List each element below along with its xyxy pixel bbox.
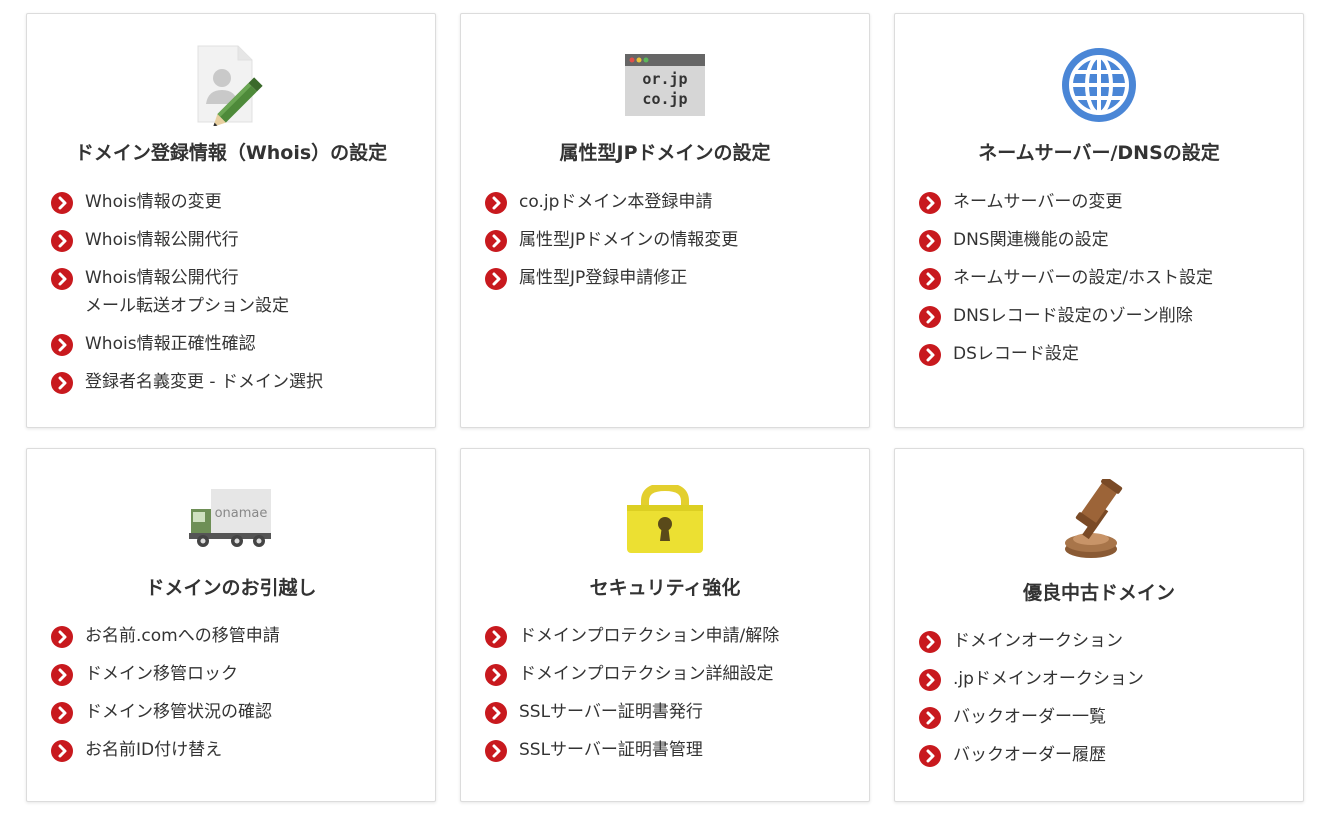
chevron-right-icon <box>919 669 941 691</box>
chevron-right-icon <box>51 702 73 724</box>
list-item[interactable]: 属性型JP登録申請修正 <box>485 264 859 292</box>
svg-text:or.jp: or.jp <box>642 70 687 88</box>
chevron-right-icon <box>51 740 73 762</box>
document-pencil-icon <box>27 44 435 126</box>
list-item[interactable]: DSレコード設定 <box>919 340 1293 368</box>
chevron-right-icon <box>919 192 941 214</box>
chevron-right-icon <box>485 230 507 252</box>
padlock-icon <box>461 485 869 555</box>
card-title: ドメインのお引越し <box>145 577 317 599</box>
list-item[interactable]: バックオーダー一覧 <box>919 703 1293 731</box>
list-item[interactable]: ネームサーバーの変更 <box>919 188 1293 216</box>
chevron-right-icon <box>919 230 941 252</box>
list-item[interactable]: Whois情報正確性確認 <box>51 330 425 358</box>
card-jp-domain: or.jp co.jp 属性型JPドメインの設定 co.jpドメイン本登録申請 … <box>460 13 870 428</box>
svg-text:onamae: onamae <box>215 506 268 521</box>
chevron-right-icon <box>919 268 941 290</box>
list-item[interactable]: Whois情報公開代行 メール転送オプション設定 <box>51 264 425 320</box>
list-item[interactable]: ネームサーバーの設定/ホスト設定 <box>919 264 1293 292</box>
list-item[interactable]: ドメインオークション <box>919 627 1293 655</box>
card-title: ネームサーバー/DNSの設定 <box>978 142 1220 164</box>
browser-window-icon: or.jp co.jp <box>461 54 869 116</box>
chevron-right-icon <box>919 344 941 366</box>
list-item[interactable]: Whois情報公開代行 <box>51 226 425 254</box>
chevron-right-icon <box>919 745 941 767</box>
truck-icon: onamae <box>27 487 435 551</box>
list-item[interactable]: DNS関連機能の設定 <box>919 226 1293 254</box>
list-item[interactable]: DNSレコード設定のゾーン削除 <box>919 302 1293 330</box>
chevron-right-icon <box>51 626 73 648</box>
chevron-right-icon <box>485 702 507 724</box>
chevron-right-icon <box>485 192 507 214</box>
chevron-right-icon <box>485 664 507 686</box>
list-item[interactable]: ドメイン移管ロック <box>51 660 425 688</box>
chevron-right-icon <box>919 631 941 653</box>
chevron-right-icon <box>919 306 941 328</box>
link-list: ネームサーバーの変更 DNS関連機能の設定 ネームサーバーの設定/ホスト設定 D… <box>919 188 1293 378</box>
card-title: 属性型JPドメインの設定 <box>559 142 771 164</box>
list-item[interactable]: 登録者名義変更 - ドメイン選択 <box>51 368 425 396</box>
chevron-right-icon <box>51 192 73 214</box>
link-list: お名前.comへの移管申請 ドメイン移管ロック ドメイン移管状況の確認 お名前I… <box>51 622 425 774</box>
list-item[interactable]: SSLサーバー証明書管理 <box>485 736 859 764</box>
card-domain-transfer: onamae ドメインのお引越し お名前.comへの移管申請 ドメイン移管ロック… <box>26 448 436 802</box>
card-whois: ドメイン登録情報（Whois）の設定 Whois情報の変更 Whois情報公開代… <box>26 13 436 428</box>
chevron-right-icon <box>485 626 507 648</box>
list-item[interactable]: ドメインプロテクション申請/解除 <box>485 622 859 650</box>
card-title: 優良中古ドメイン <box>1022 582 1175 604</box>
svg-text:co.jp: co.jp <box>642 90 687 108</box>
link-list: Whois情報の変更 Whois情報公開代行 Whois情報公開代行 メール転送… <box>51 188 425 406</box>
list-item[interactable]: SSLサーバー証明書発行 <box>485 698 859 726</box>
chevron-right-icon <box>51 372 73 394</box>
link-list: ドメインオークション .jpドメインオークション バックオーダー一覧 バックオー… <box>919 627 1293 779</box>
list-item[interactable]: ドメイン移管状況の確認 <box>51 698 425 726</box>
chevron-right-icon <box>51 230 73 252</box>
link-list: ドメインプロテクション申請/解除 ドメインプロテクション詳細設定 SSLサーバー… <box>485 622 859 774</box>
list-item[interactable]: バックオーダー履歴 <box>919 741 1293 769</box>
chevron-right-icon <box>485 268 507 290</box>
card-title: ドメイン登録情報（Whois）の設定 <box>74 142 388 164</box>
list-item[interactable]: Whois情報の変更 <box>51 188 425 216</box>
chevron-right-icon <box>919 707 941 729</box>
link-list: co.jpドメイン本登録申請 属性型JPドメインの情報変更 属性型JP登録申請修… <box>485 188 859 302</box>
list-item[interactable]: 属性型JPドメインの情報変更 <box>485 226 859 254</box>
globe-icon <box>895 46 1303 124</box>
list-item[interactable]: お名前ID付け替え <box>51 736 425 764</box>
card-security: セキュリティ強化 ドメインプロテクション申請/解除 ドメインプロテクション詳細設… <box>460 448 870 802</box>
list-item[interactable]: お名前.comへの移管申請 <box>51 622 425 650</box>
card-title: セキュリティ強化 <box>589 577 741 599</box>
chevron-right-icon <box>51 268 73 290</box>
list-item[interactable]: co.jpドメイン本登録申請 <box>485 188 859 216</box>
gavel-icon <box>895 479 1303 561</box>
list-item[interactable]: .jpドメインオークション <box>919 665 1293 693</box>
card-used-domain: 優良中古ドメイン ドメインオークション .jpドメインオークション バックオーダ… <box>894 448 1304 802</box>
card-nameserver-dns: ネームサーバー/DNSの設定 ネームサーバーの変更 DNS関連機能の設定 ネーム… <box>894 13 1304 428</box>
list-item[interactable]: ドメインプロテクション詳細設定 <box>485 660 859 688</box>
chevron-right-icon <box>485 740 507 762</box>
chevron-right-icon <box>51 664 73 686</box>
chevron-right-icon <box>51 334 73 356</box>
